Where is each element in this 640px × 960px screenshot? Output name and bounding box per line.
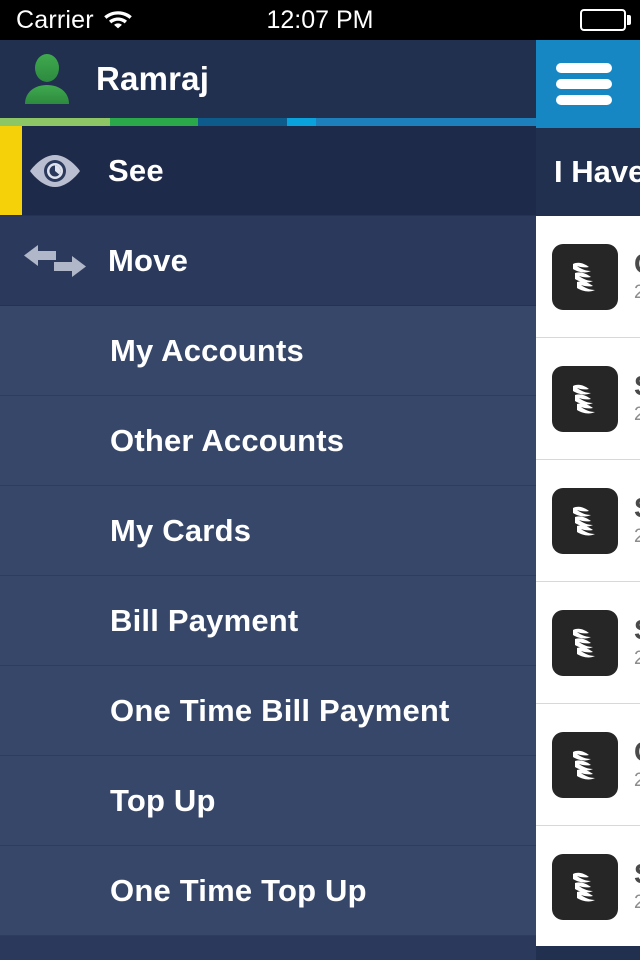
user-name-label: Ramraj [96,60,210,97]
drawer-item-label: One Time Top Up [110,872,367,908]
drawer-item-my-cards[interactable]: My Cards [0,486,536,576]
stripe-segment [109,118,199,126]
account-list: C2S2S2S2C2S2 [536,216,640,948]
drawer-header: Ramraj [0,40,536,118]
drawer-item-my-accounts[interactable]: My Accounts [0,306,536,396]
drawer-item-bill-payment[interactable]: Bill Payment [0,576,536,666]
account-row-title: S [634,859,640,888]
account-logo-icon [552,609,618,676]
account-list-row[interactable]: S2 [536,826,640,948]
account-row-title: S [634,371,640,400]
account-row-subtitle: 2 [634,282,640,304]
drawer-item-one-time-bill-payment[interactable]: One Time Bill Payment [0,666,536,756]
user-avatar-icon [20,52,74,106]
battery-icon [580,9,631,31]
drawer-item-label: My Cards [110,512,252,548]
account-row-text: S2 [634,615,640,670]
drawer-item-label: See [108,152,164,188]
status-bar-right [580,0,631,40]
drawer-item-label: Other Accounts [110,422,345,458]
panel-top-bar [536,40,640,128]
app-screen: Carrier 12:07 PM I Have C2S2S2 [0,0,640,960]
drawer-item-top-up[interactable]: Top Up [0,756,536,846]
stripe-segment [198,118,287,126]
drawer-item-move[interactable]: Move [0,216,536,306]
panel-title: I Have [554,154,640,189]
account-row-text: S2 [634,371,640,426]
transfer-arrows-icon [22,243,88,279]
drawer-item-other-accounts[interactable]: Other Accounts [0,396,536,486]
account-logo-icon [552,243,618,310]
selected-accent-bar [0,126,22,215]
account-row-title: S [634,493,640,522]
account-row-title: S [634,615,640,644]
account-row-text: S2 [634,493,640,548]
account-row-subtitle: 2 [634,526,640,548]
account-logo-icon [552,731,618,798]
account-list-row[interactable]: S2 [536,460,640,582]
stripe-segment [286,118,317,126]
panel-title-bar: I Have [536,128,640,216]
clock-label: 12:07 PM [266,5,374,34]
account-row-subtitle: 2 [634,648,640,670]
account-row-text: C2 [634,249,640,304]
account-row-subtitle: 2 [634,770,640,792]
drawer-item-label: My Accounts [110,332,304,368]
account-row-text: S2 [634,859,640,914]
hamburger-menu-icon[interactable] [556,63,612,105]
eye-icon [22,153,88,189]
account-row-title: C [634,249,640,278]
navigation-drawer: Ramraj See Move My Accounts Other Accounts M… [0,40,536,960]
panel-footer-bar [536,946,640,960]
account-row-text: C2 [634,737,640,792]
account-logo-icon [552,365,618,432]
drawer-item-label: Bill Payment [110,602,299,638]
stripe-segment [316,118,536,126]
color-stripe [0,118,536,126]
account-logo-icon [552,487,618,554]
account-row-subtitle: 2 [634,404,640,426]
account-list-row[interactable]: S2 [536,582,640,704]
stripe-segment [0,118,110,126]
drawer-item-see[interactable]: See [0,126,536,216]
drawer-item-label: Top Up [110,782,216,818]
drawer-item-label: One Time Bill Payment [110,692,450,728]
account-row-subtitle: 2 [634,892,640,914]
drawer-item-one-time-top-up[interactable]: One Time Top Up [0,846,536,936]
drawer-item-label: Move [108,242,189,278]
account-list-row[interactable]: C2 [536,216,640,338]
account-list-row[interactable]: S2 [536,338,640,460]
account-logo-icon [552,853,618,920]
account-row-title: C [634,737,640,766]
content-panel: I Have C2S2S2S2C2S2 [536,40,640,960]
status-bar: Carrier 12:07 PM [0,0,640,40]
account-list-row[interactable]: C2 [536,704,640,826]
drawer-menu: See Move My Accounts Other Accounts My Cards… [0,126,536,936]
